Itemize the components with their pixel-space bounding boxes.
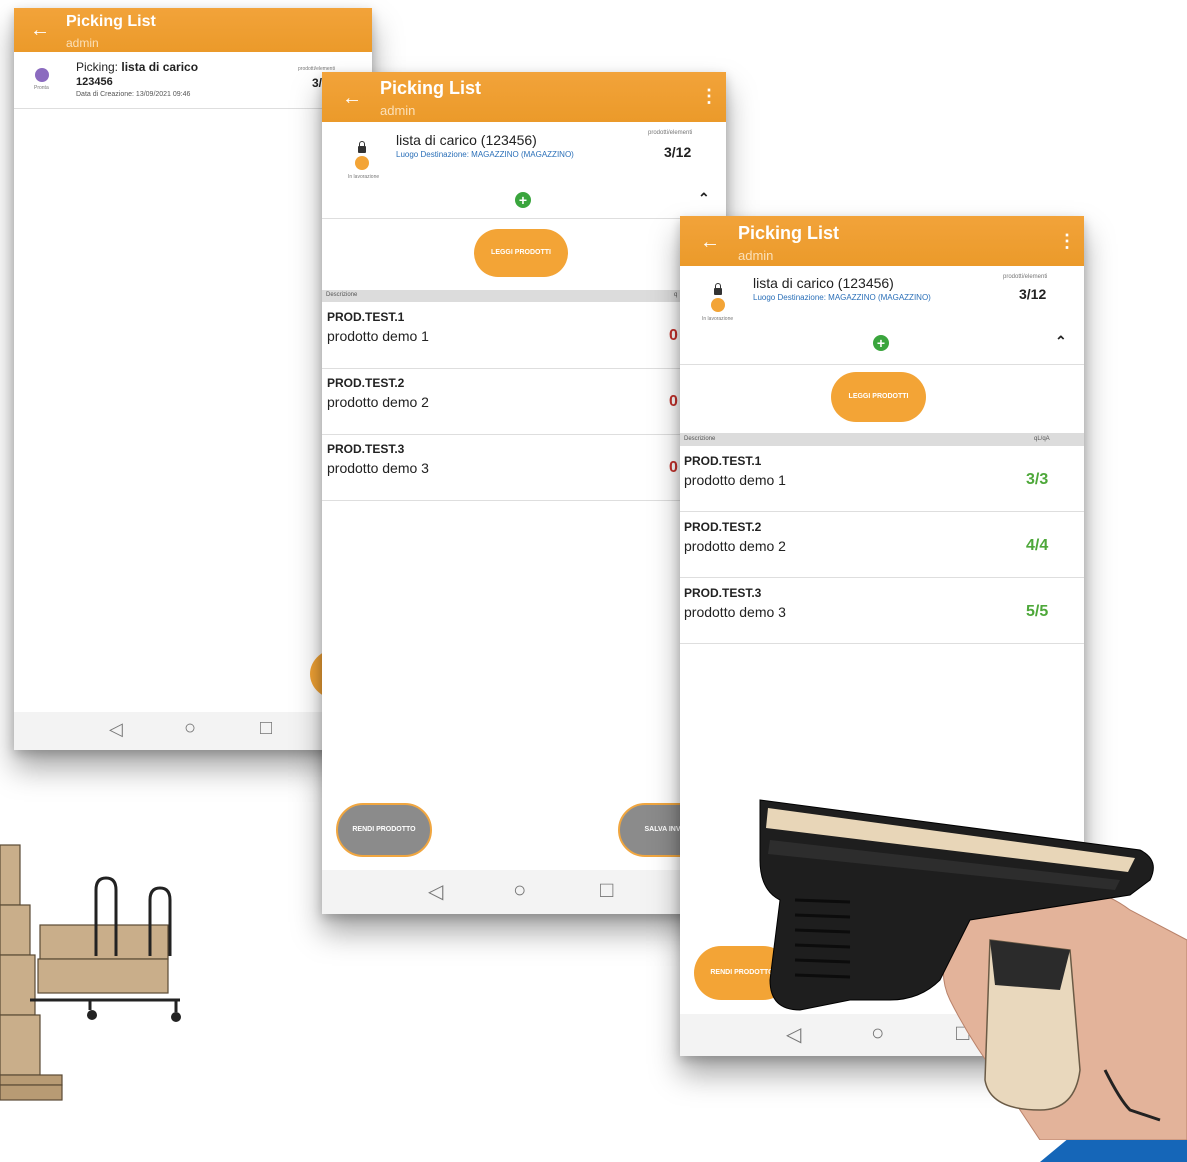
- app-title: Picking List: [380, 78, 482, 98]
- product-desc: prodotto demo 3: [327, 460, 429, 476]
- list-name: lista di carico (123456): [396, 132, 537, 148]
- product-code: PROD.TEST.3: [684, 586, 762, 600]
- product-code: PROD.TEST.1: [327, 310, 405, 324]
- read-products-button[interactable]: LEGGI PRODOTTI: [831, 372, 926, 422]
- counter-label: prodotti/elementi: [1003, 274, 1048, 280]
- app-subtitle: admin: [66, 36, 99, 50]
- list-item-title: Picking: lista di carico: [76, 60, 199, 74]
- more-vert-icon[interactable]: ⋮: [1058, 231, 1076, 252]
- destination: Luogo Destinazione: MAGAZZINO (MAGAZZINO…: [753, 293, 931, 302]
- product-code: PROD.TEST.2: [327, 376, 405, 390]
- counter-label: prodotti/elementi: [648, 130, 693, 136]
- back-arrow-icon[interactable]: ←: [30, 20, 50, 40]
- product-code: PROD.TEST.2: [684, 520, 762, 534]
- back-arrow-icon[interactable]: ←: [700, 232, 720, 252]
- screen-picking-empty: ← Picking List admin ⋮ In lavorazione li…: [322, 72, 726, 914]
- product-desc: prodotto demo 2: [327, 394, 429, 410]
- status-label: In lavorazione: [348, 174, 380, 180]
- nav-recent-icon[interactable]: □: [600, 877, 613, 903]
- list-header: In lavorazione lista di carico (123456) …: [322, 122, 726, 219]
- status-badge: Pronta: [34, 85, 49, 91]
- status-dot-icon: [355, 156, 369, 170]
- destination: Luogo Destinazione: MAGAZZINO (MAGAZZINO…: [396, 150, 574, 159]
- nav-home-icon[interactable]: ○: [513, 877, 526, 903]
- table-row[interactable]: PROD.TEST.1 prodotto demo 1 3/3: [680, 446, 1084, 512]
- product-qty: 3/3: [1026, 471, 1049, 488]
- counter-value: 3/12: [664, 144, 692, 160]
- app-subtitle: admin: [738, 248, 774, 263]
- col-desc-header: Descrizione: [684, 436, 716, 442]
- lock-icon: [714, 283, 722, 295]
- android-nav-bar: ◁ ○ □: [14, 712, 372, 750]
- add-icon[interactable]: +: [873, 335, 889, 351]
- table-row[interactable]: PROD.TEST.1 prodotto demo 1 0: [322, 303, 726, 369]
- app-bar: ← Picking List admin ⋮: [680, 216, 1084, 266]
- nav-home-icon[interactable]: ○: [184, 717, 196, 740]
- counter-value: 3/12: [1019, 286, 1047, 302]
- lock-icon: [358, 141, 366, 153]
- nav-back-icon[interactable]: ◁: [428, 879, 443, 904]
- list-item-date: Data di Creazione: 13/09/2021 09:46: [76, 91, 191, 98]
- product-desc: prodotto demo 3: [684, 604, 786, 620]
- android-nav-bar: ◁ ○ □: [322, 870, 726, 914]
- table-header: Descrizione qL/qA: [680, 433, 1084, 446]
- app-title: Picking List: [738, 223, 840, 243]
- status-label: In lavorazione: [702, 316, 734, 322]
- screen-list-overview: ← Picking List admin Pronta Picking: lis…: [14, 8, 372, 750]
- status-dot-icon: [35, 68, 49, 82]
- col-qty-header: q: [674, 292, 678, 298]
- col-qty-header: qL/qA: [1034, 436, 1050, 442]
- product-code: PROD.TEST.1: [684, 454, 762, 468]
- product-desc: prodotto demo 1: [327, 328, 429, 344]
- back-arrow-icon[interactable]: ←: [342, 88, 362, 108]
- more-vert-icon[interactable]: ⋮: [700, 86, 718, 107]
- table-row[interactable]: PROD.TEST.2 prodotto demo 2 0: [322, 369, 726, 435]
- product-qty: 0: [669, 393, 678, 410]
- chevron-up-icon[interactable]: ⌃: [698, 190, 710, 207]
- warehouse-boxes-illustration: [0, 844, 181, 1101]
- table-header: Descrizione q: [322, 290, 726, 302]
- product-code: PROD.TEST.3: [327, 442, 405, 456]
- rfid-scanner-illustration: [759, 799, 1187, 1140]
- add-icon[interactable]: +: [515, 192, 531, 208]
- return-product-button[interactable]: RENDI PRODOTTO: [336, 803, 432, 857]
- product-qty: 0: [669, 327, 678, 344]
- product-desc: prodotto demo 2: [684, 538, 786, 554]
- chevron-up-icon[interactable]: ⌃: [1055, 333, 1067, 350]
- table-row[interactable]: PROD.TEST.3 prodotto demo 3 0: [322, 435, 726, 501]
- app-title: Picking List: [66, 13, 156, 30]
- list-item[interactable]: Pronta Picking: lista di carico 123456 D…: [14, 52, 372, 109]
- table-row[interactable]: PROD.TEST.2 prodotto demo 2 4/4: [680, 512, 1084, 578]
- list-item-number: 123456: [76, 76, 113, 88]
- product-qty: 5/5: [1026, 603, 1049, 620]
- counter-value: 3/: [312, 76, 323, 90]
- product-qty: 0: [669, 459, 678, 476]
- product-qty: 4/4: [1026, 537, 1049, 554]
- app-subtitle: admin: [380, 103, 416, 118]
- col-desc-header: Descrizione: [326, 292, 358, 298]
- read-products-button[interactable]: LEGGI PRODOTTI: [474, 229, 568, 277]
- product-desc: prodotto demo 1: [684, 472, 786, 488]
- list-name: lista di carico (123456): [753, 275, 894, 291]
- app-bar: ← Picking List admin ⋮: [322, 72, 726, 122]
- list-header: In lavorazione lista di carico (123456) …: [680, 266, 1084, 365]
- nav-back-icon[interactable]: ◁: [109, 719, 123, 740]
- app-bar: ← Picking List admin: [14, 8, 372, 52]
- table-row[interactable]: PROD.TEST.3 prodotto demo 3 5/5: [680, 578, 1084, 644]
- status-dot-icon: [711, 298, 725, 312]
- nav-recent-icon[interactable]: □: [260, 717, 272, 740]
